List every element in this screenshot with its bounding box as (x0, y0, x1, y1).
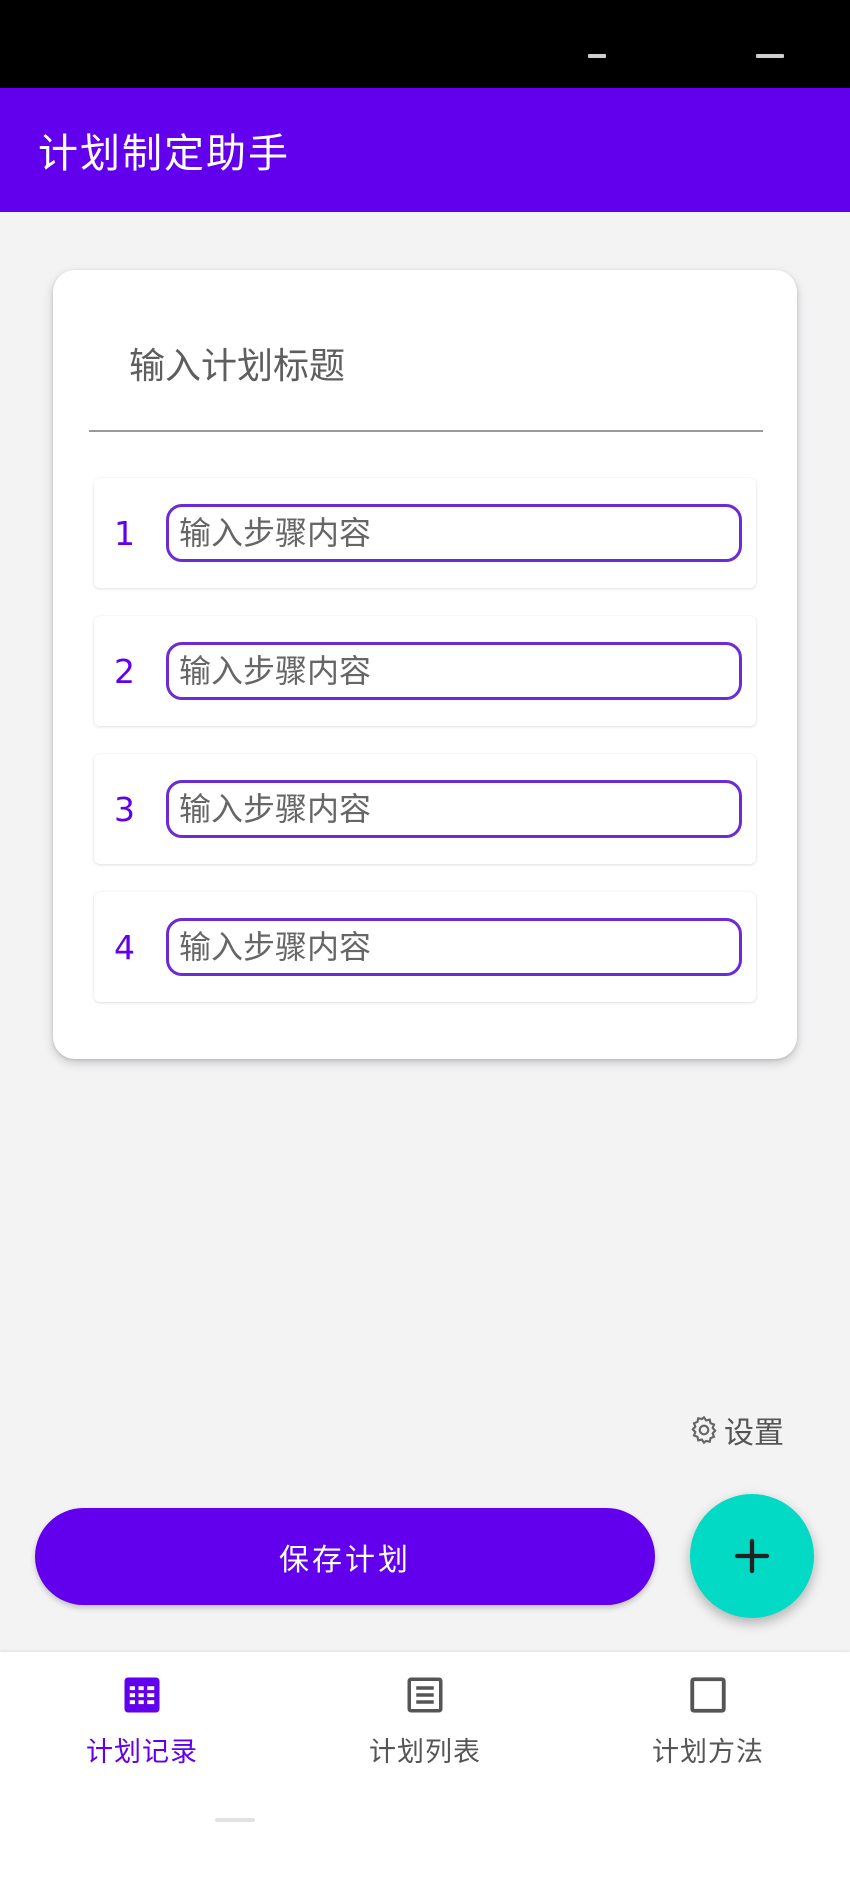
status-bar (0, 0, 850, 88)
plus-icon (734, 1538, 770, 1574)
nav-item-plan-list[interactable]: 计划列表 (325, 1674, 525, 1784)
square-icon (690, 1677, 726, 1713)
add-step-button[interactable] (690, 1494, 814, 1618)
nav-label: 计划列表 (369, 1737, 481, 1768)
step-number: 4 (114, 927, 135, 967)
nav-label: 计划方法 (652, 1737, 764, 1768)
status-indicator (588, 54, 606, 58)
plan-title-input[interactable] (89, 330, 761, 402)
nav-item-plan-records[interactable]: 计划记录 (42, 1674, 242, 1784)
step-input[interactable] (166, 780, 742, 838)
step-number: 2 (114, 651, 135, 691)
settings-label: 设置 (724, 1416, 784, 1451)
step-input[interactable] (166, 918, 742, 976)
app-bar: 计划制定助手 (0, 88, 850, 212)
status-indicator (756, 54, 784, 58)
step-row: 2 (94, 616, 756, 726)
gear-icon (691, 1415, 717, 1445)
step-row: 4 (94, 892, 756, 1002)
home-indicator (215, 1818, 255, 1822)
nav-label: 计划记录 (86, 1737, 198, 1768)
bottom-navigation: 计划记录 计划列表 计划方法 (0, 1652, 850, 1883)
list-icon (407, 1677, 443, 1713)
step-row: 1 (94, 478, 756, 588)
plan-card: 1 2 3 4 (53, 270, 797, 1059)
step-number: 1 (114, 513, 135, 553)
nav-item-plan-methods[interactable]: 计划方法 (608, 1674, 808, 1784)
step-input[interactable] (166, 642, 742, 700)
title-underline (89, 430, 763, 432)
step-number: 3 (114, 789, 135, 829)
app-title: 计划制定助手 (38, 131, 290, 177)
settings-link[interactable]: 设置 (688, 1408, 784, 1452)
step-input[interactable] (166, 504, 742, 562)
step-row: 3 (94, 754, 756, 864)
grid-list-icon (124, 1677, 160, 1713)
save-plan-button[interactable]: 保存计划 (35, 1508, 655, 1605)
